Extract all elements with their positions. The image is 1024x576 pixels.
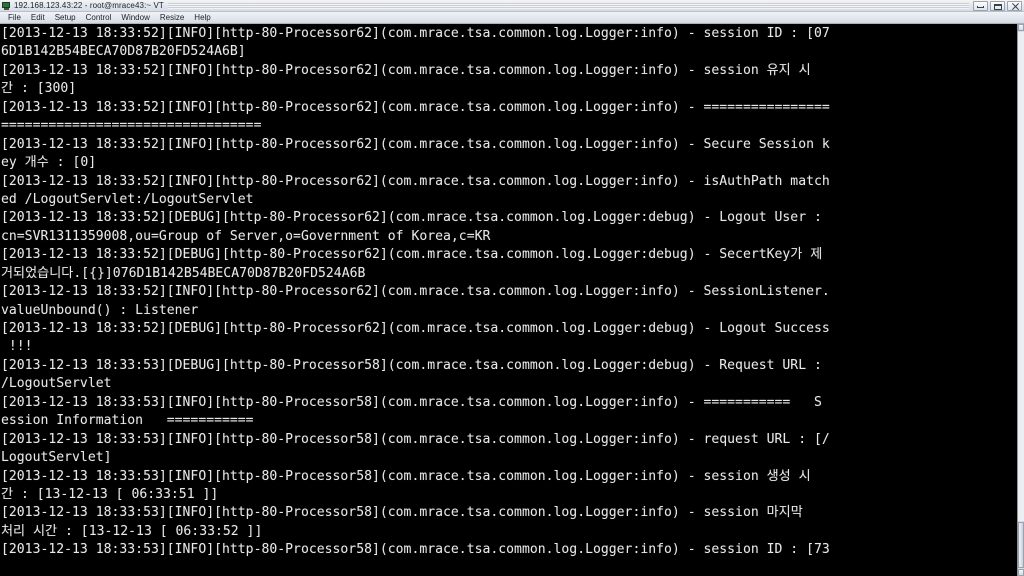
terminal-line: [2013-12-13 18:33:53][INFO][http-80-Proc…	[1, 468, 811, 484]
terminal-line: ession Information ===========	[1, 413, 254, 429]
window-title: 192.168.123.43:22 - root@mrace43:~ VT	[14, 1, 164, 10]
terminal-line: 6D1B142B54BECA70D87B20FD524A6B]	[1, 44, 246, 60]
window-controls	[973, 0, 1022, 11]
title-bar-grip	[167, 2, 969, 9]
terminal-line: [2013-12-13 18:33:52][INFO][http-80-Proc…	[1, 284, 830, 300]
terminal-line: [2013-12-13 18:33:52][INFO][http-80-Proc…	[1, 99, 830, 115]
terminal-line: [2013-12-13 18:33:52][DEBUG][http-80-Pro…	[1, 210, 822, 226]
scrollbar-thumb[interactable]	[1018, 522, 1024, 568]
terminal-line: [2013-12-13 18:33:52][DEBUG][http-80-Pro…	[1, 321, 830, 336]
terminal-line: [2013-12-13 18:33:53][INFO][http-80-Proc…	[1, 542, 830, 558]
terminal-monitor-icon	[2, 1, 11, 10]
menu-item-window[interactable]: Window	[116, 12, 154, 23]
terminal-line: cn=SVR1311359008,ou=Group of Server,o=Go…	[1, 228, 491, 244]
terminal-line: ed /LogoutServlet:/LogoutServlet	[1, 191, 254, 207]
terminal-line: LogoutServlet]	[1, 450, 112, 466]
terminal-line: /LogoutServlet	[1, 376, 112, 392]
terminal-window: 192.168.123.43:22 - root@mrace43:~ VT Fi…	[0, 0, 1024, 576]
title-bar[interactable]: 192.168.123.43:22 - root@mrace43:~ VT	[0, 0, 1024, 12]
terminal-line: [2013-12-13 18:33:53][INFO][http-80-Proc…	[1, 431, 830, 447]
terminal-line: [2013-12-13 18:33:52][DEBUG][http-80-Pro…	[1, 247, 823, 263]
terminal-output[interactable]: [2013-12-13 18:33:52][INFO][http-80-Proc…	[0, 24, 1017, 576]
terminal-body: [2013-12-13 18:33:52][INFO][http-80-Proc…	[0, 24, 1024, 576]
terminal-line: [2013-12-13 18:33:52][INFO][http-80-Proc…	[1, 136, 830, 152]
scrollbar-track[interactable]	[1018, 32, 1024, 521]
terminal-line: =================================	[1, 118, 262, 134]
terminal-line: [2013-12-13 18:33:53][DEBUG][http-80-Pro…	[1, 357, 822, 373]
minimize-button[interactable]	[973, 0, 988, 11]
menu-item-control[interactable]: Control	[81, 12, 117, 23]
terminal-line: 거되었습니다.[{}]076D1B142B54BECA70D87B20FD524…	[1, 265, 366, 281]
terminal-line: valueUnbound() : Listener	[1, 302, 199, 318]
terminal-line: 간 : [300]	[1, 81, 77, 97]
terminal-line: !!!	[1, 339, 33, 355]
menu-item-help[interactable]: Help	[189, 12, 215, 23]
maximize-button[interactable]	[990, 0, 1005, 11]
close-button[interactable]	[1007, 0, 1022, 11]
terminal-line: [2013-12-13 18:33:53][INFO][http-80-Proc…	[1, 394, 822, 410]
terminal-line: [2013-12-13 18:33:52][INFO][http-80-Proc…	[1, 62, 811, 78]
terminal-line: [2013-12-13 18:33:52][INFO][http-80-Proc…	[1, 26, 830, 41]
terminal-line: 간 : [13-12-13 [ 06:33:51 ]]	[1, 486, 219, 502]
terminal-line: [2013-12-13 18:33:52][INFO][http-80-Proc…	[1, 173, 830, 189]
menu-item-file[interactable]: File	[3, 12, 26, 23]
terminal-scrollbar[interactable]	[1017, 24, 1024, 576]
terminal-line: 처리 시간 : [13-12-13 [ 06:33:52 ]]	[1, 523, 263, 539]
scroll-down-arrow-icon[interactable]	[1018, 569, 1024, 576]
menu-bar: File Edit Setup Control Window Resize He…	[0, 12, 1024, 24]
menu-item-edit[interactable]: Edit	[26, 12, 50, 23]
terminal-line: [2013-12-13 18:33:53][INFO][http-80-Proc…	[1, 505, 803, 521]
terminal-line: ey 개수 : [0]	[1, 155, 97, 171]
menu-item-setup[interactable]: Setup	[50, 12, 81, 23]
menu-item-resize[interactable]: Resize	[155, 12, 189, 23]
scroll-up-arrow-icon[interactable]	[1018, 24, 1024, 31]
